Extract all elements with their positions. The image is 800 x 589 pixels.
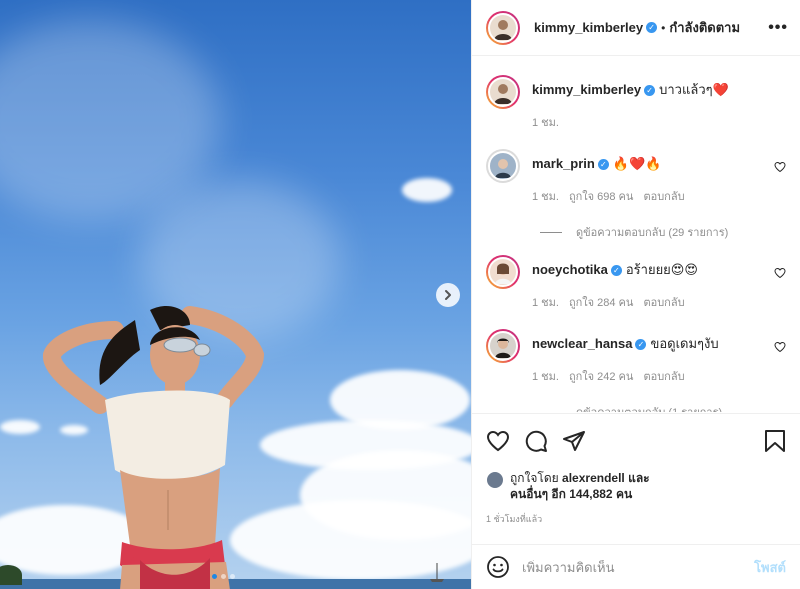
- replies-divider: [540, 231, 562, 233]
- action-icons: [486, 428, 786, 454]
- caption-text: บาวแล้วๆ❤️: [659, 82, 729, 97]
- likes-prefix: ถูกใจโดย: [510, 471, 559, 485]
- header-separator: •: [661, 20, 666, 35]
- avatar[interactable]: [486, 10, 520, 45]
- caption-time: 1 ชม.: [532, 117, 559, 129]
- comment-meta: 1 ชม. ถูกใจ 242 คน ตอบกลับ: [532, 367, 786, 385]
- comment-meta: 1 ชม. ถูกใจ 698 คน ตอบกลับ: [532, 187, 786, 205]
- share-button[interactable]: [562, 429, 586, 453]
- comment-item: mark_prin ✓ 🔥❤️🔥 1 ชม. ถูกใจ 698 คน ตอบกลั…: [486, 149, 786, 205]
- cloud: [402, 178, 452, 202]
- caption-username[interactable]: kimmy_kimberley: [532, 82, 641, 97]
- post-photo[interactable]: [0, 0, 471, 589]
- comment-item: newclear_hansa ✓ ขอดูเดมๆงับ 1 ชม. ถูกใจ 2…: [486, 329, 786, 385]
- post-side-panel: kimmy_kimberley ✓ • กำลังติดตาม ••• kimm…: [471, 0, 800, 589]
- comments-list[interactable]: kimmy_kimberley ✓ บาวแล้วๆ❤️ 1 ชม. mark_p: [472, 57, 800, 412]
- heart-icon: [486, 430, 510, 452]
- reply-button[interactable]: ตอบกลับ: [643, 187, 684, 205]
- comment-button[interactable]: [524, 429, 548, 453]
- likes-summary: ถูกใจโดย alexrendell และ คนอื่นๆ อีก 144…: [486, 470, 786, 502]
- save-button[interactable]: [764, 429, 786, 453]
- heart-icon[interactable]: [774, 161, 786, 173]
- verified-badge-icon: ✓: [610, 265, 622, 277]
- comment-time: 1 ชม.: [532, 297, 559, 309]
- comment-username[interactable]: newclear_hansa: [532, 336, 632, 351]
- comment-text: อร้ายยย😍😍: [625, 262, 698, 277]
- comment-item: noeychotika ✓ อร้ายยย😍😍 1 ชม. ถูกใจ 284 คน…: [486, 255, 786, 311]
- sky-haze: [0, 20, 220, 220]
- comment-input[interactable]: [522, 559, 755, 575]
- emoji-button[interactable]: [486, 555, 510, 579]
- carousel-dot: [221, 574, 226, 579]
- comment-likes-link[interactable]: ถูกใจ 242 คน: [569, 367, 633, 385]
- share-icon: [563, 431, 585, 451]
- likes-user-link[interactable]: alexrendell: [562, 471, 625, 485]
- more-options-icon[interactable]: •••: [768, 19, 788, 37]
- header-username[interactable]: kimmy_kimberley: [534, 20, 643, 35]
- avatar[interactable]: [486, 329, 520, 363]
- post-comment-button[interactable]: โพสต์: [754, 557, 786, 578]
- replies-divider: [540, 411, 562, 412]
- comment-likes-link[interactable]: ถูกใจ 284 คน: [569, 293, 633, 311]
- post-time: 1 ชั่วโมงที่แล้ว: [486, 514, 543, 524]
- reply-button[interactable]: ตอบกลับ: [643, 367, 684, 385]
- reply-button[interactable]: ตอบกลับ: [643, 293, 684, 311]
- heart-icon[interactable]: [774, 341, 786, 353]
- avatar[interactable]: [486, 255, 520, 289]
- view-replies-label: ดูข้อความตอบกลับ (29 รายการ): [576, 227, 729, 239]
- avatar[interactable]: [486, 149, 520, 183]
- view-replies-button[interactable]: ดูข้อความตอบกลับ (29 รายการ): [540, 223, 786, 241]
- avatar[interactable]: [486, 75, 520, 109]
- comment-username[interactable]: noeychotika: [532, 262, 608, 277]
- emoji-icon: [487, 556, 509, 578]
- likes-others-link[interactable]: คนอื่นๆ อีก 144,882 คน: [510, 487, 632, 501]
- sailboat: [430, 563, 444, 582]
- likes-and: และ: [628, 471, 650, 485]
- caption: kimmy_kimberley ✓ บาวแล้วๆ❤️ 1 ชม.: [486, 75, 786, 131]
- next-photo-button[interactable]: [436, 283, 460, 307]
- post-actions: ถูกใจโดย alexrendell และ คนอื่นๆ อีก 144…: [472, 413, 800, 533]
- verified-badge-icon: ✓: [597, 159, 609, 171]
- carousel-dots: [212, 574, 235, 579]
- carousel-dot-active: [212, 574, 217, 579]
- comment-time: 1 ชม.: [532, 191, 559, 203]
- person-figure: [43, 305, 265, 589]
- comment-icon: [525, 430, 547, 452]
- caption-meta: 1 ชม.: [532, 113, 786, 131]
- verified-badge-icon: ✓: [644, 85, 656, 97]
- comment-text: ขอดูเดมๆงับ: [650, 336, 719, 351]
- cloud: [0, 420, 40, 434]
- verified-badge-icon: ✓: [635, 339, 647, 351]
- bookmark-icon: [765, 430, 785, 452]
- follow-status-button[interactable]: กำลังติดตาม: [669, 17, 740, 38]
- add-comment-bar: โพสต์: [472, 544, 800, 589]
- comment-time: 1 ชม.: [532, 371, 559, 383]
- comment-username[interactable]: mark_prin: [532, 156, 595, 171]
- heart-icon[interactable]: [774, 267, 786, 279]
- verified-badge-icon: ✓: [646, 22, 658, 33]
- view-replies-button[interactable]: ดูข้อความตอบกลับ (1 รายการ): [540, 403, 786, 412]
- island: [0, 565, 22, 585]
- comment-text: 🔥❤️🔥: [612, 156, 662, 171]
- avatar[interactable]: [486, 471, 504, 489]
- like-button[interactable]: [486, 429, 510, 453]
- carousel-dot: [230, 574, 235, 579]
- next-arrow-icon: [445, 290, 451, 300]
- view-replies-label: ดูข้อความตอบกลับ (1 รายการ): [576, 403, 722, 412]
- comment-meta: 1 ชม. ถูกใจ 284 คน ตอบกลับ: [532, 293, 786, 311]
- post-header: kimmy_kimberley ✓ • กำลังติดตาม •••: [472, 0, 800, 56]
- comment-likes-link[interactable]: ถูกใจ 698 คน: [569, 187, 633, 205]
